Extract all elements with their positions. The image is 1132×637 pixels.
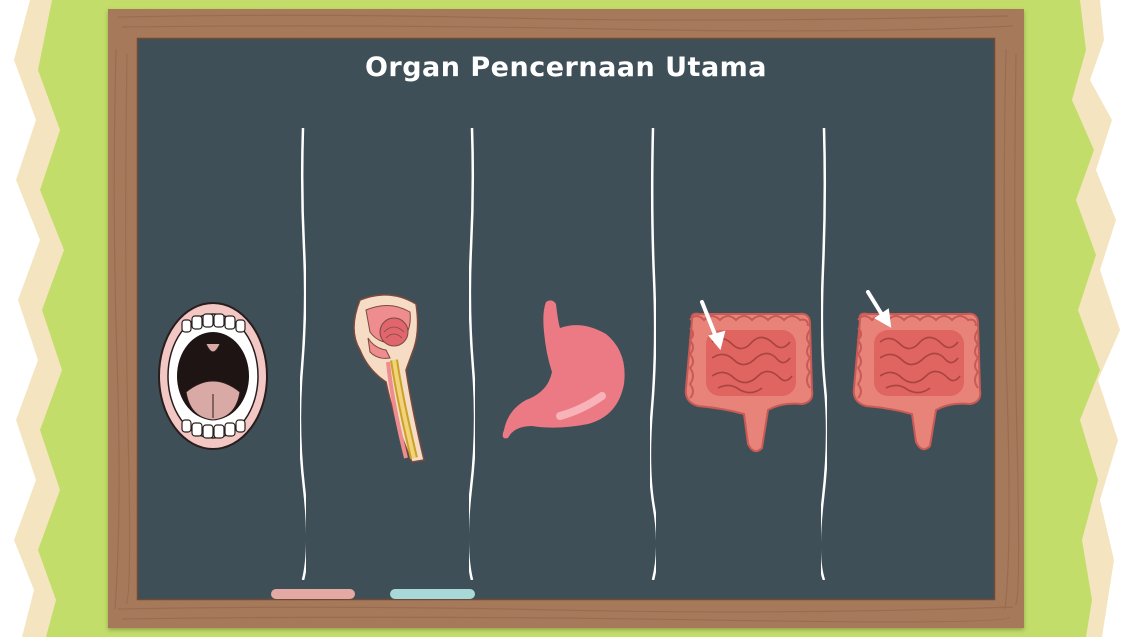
chalk-divider: [650, 128, 656, 580]
chalk-stick-pink: [271, 589, 355, 599]
page-title: Organ Pencernaan Utama: [364, 52, 768, 83]
chalk-stick-teal: [390, 589, 475, 599]
large-intestine-icon: [852, 290, 982, 451]
chalk-divider: [469, 128, 475, 580]
slide: Organ Pencernaan Utama: [0, 0, 1132, 637]
chalk-divider: [821, 128, 827, 580]
throat-esophagus-icon: [353, 294, 425, 463]
mouth-icon: [158, 302, 268, 450]
chalk-divider: [300, 128, 306, 580]
stomach-icon: [502, 300, 625, 439]
small-intestine-icon: [684, 300, 814, 453]
